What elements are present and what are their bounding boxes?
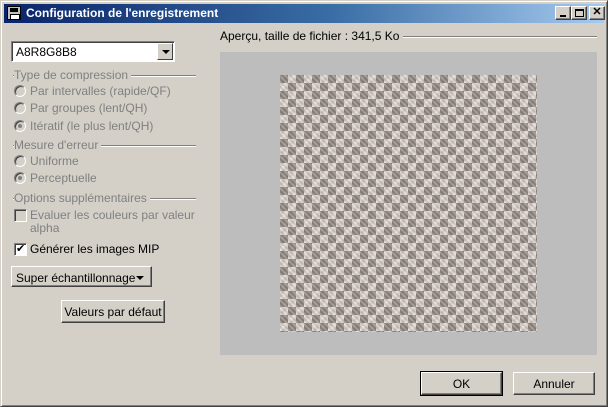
radio-label: Uniforme [30,154,79,168]
minimize-button[interactable] [555,6,571,20]
maximize-button[interactable] [571,6,587,20]
checkbox[interactable] [14,209,27,222]
compression-group-label: Type de compression [14,68,132,82]
radio-button[interactable] [14,172,26,184]
chevron-down-icon[interactable] [157,43,173,60]
preview-panel [220,52,597,355]
radio-button[interactable] [14,102,26,114]
checkbox-mipmaps[interactable]: Générer les images MIP [14,242,204,258]
defaults-button[interactable]: Valeurs par défaut [61,300,165,323]
ok-button-label: OK [452,377,471,391]
close-icon: ✕ [592,6,602,18]
save-settings-dialog: Configuration de l'enregistrement ✕ A8R8… [0,0,608,407]
radio-label: Par groupes (lent/QH) [30,101,148,115]
title-bar[interactable]: Configuration de l'enregistrement ✕ [4,4,605,23]
window-title: Configuration de l'enregistrement [26,6,219,20]
texture-preview-image [280,75,537,332]
radio-error-uniform[interactable]: Uniforme [14,154,204,170]
extra-options-group-label: Options supplémentaires [14,191,150,205]
close-button[interactable]: ✕ [589,6,605,20]
cancel-button-label: Annuler [533,377,575,391]
checkbox-label: Générer les images MIP [30,242,160,256]
radio-compression-iterative[interactable]: Itératif (le plus lent/QH) [14,119,204,135]
sampling-select[interactable]: Super échantillonnage [11,266,152,287]
radio-button[interactable] [14,120,26,132]
error-measure-group-label: Mesure d'erreur [14,138,102,152]
radio-label: Perceptuelle [30,171,97,185]
checkbox-alpha-weighting[interactable]: Evaluer les couleurs par valeur alpha [14,208,204,238]
format-select[interactable]: A8R8G8B8 [11,41,175,62]
defaults-button-label: Valeurs par défaut [64,305,162,319]
radio-error-perceptual[interactable]: Perceptuelle [14,171,204,187]
radio-button[interactable] [14,155,26,167]
chevron-down-icon [136,276,144,280]
radio-button[interactable] [14,85,26,97]
checkbox-label-line2: alpha [30,221,60,235]
sampling-select-value: Super échantillonnage [16,271,136,285]
preview-label: Aperçu, taille de fichier : 341,5 Ko [220,29,404,43]
format-select-value: A8R8G8B8 [16,45,77,59]
radio-label: Itératif (le plus lent/QH) [30,119,154,133]
cancel-button[interactable]: Annuler [513,372,595,395]
maximize-icon [575,9,584,17]
preview-divider [391,36,597,38]
save-disk-icon [7,6,21,20]
minimize-icon [560,15,566,17]
checkbox[interactable] [14,242,27,256]
radio-label: Par intervalles (rapide/QF) [30,84,171,98]
ok-button[interactable]: OK [420,371,503,396]
checkbox-label-line1: Evaluer les couleurs par valeur [30,208,195,222]
radio-compression-groups[interactable]: Par groupes (lent/QH) [14,101,204,117]
radio-compression-intervals[interactable]: Par intervalles (rapide/QF) [14,84,204,100]
